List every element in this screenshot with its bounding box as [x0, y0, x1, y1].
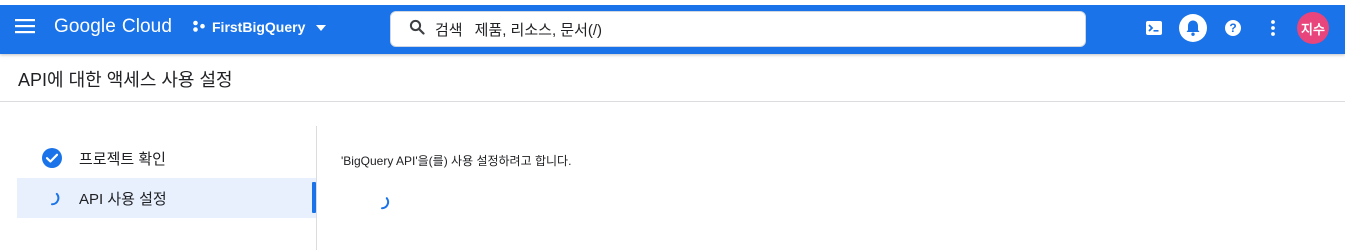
search-icon	[409, 19, 425, 39]
google-cloud-logo[interactable]: Google Cloud	[54, 13, 172, 41]
project-icon	[192, 19, 206, 36]
step-confirm-project[interactable]: 프로젝트 확인	[17, 138, 317, 178]
stepper-divider	[316, 126, 317, 250]
search-placeholder: 제품, 리소스, 문서(/)	[474, 21, 603, 39]
active-step-indicator	[312, 182, 316, 213]
avatar[interactable]: 지수	[1297, 12, 1329, 44]
search-label: 검색	[435, 21, 463, 39]
search-input[interactable]: 검색 제품, 리소스, 문서(/)	[390, 11, 1086, 47]
stepper: 프로젝트 확인 API 사용 설정	[17, 138, 317, 218]
brand-google-text: Google	[54, 16, 116, 37]
help-icon[interactable]: ?	[1220, 15, 1246, 41]
loading-spinner-icon	[373, 193, 391, 211]
enable-api-message: 'BigQuery API'을(를) 사용 설정하려고 합니다.	[341, 154, 572, 168]
project-name: FirstBigQuery	[212, 19, 306, 35]
step-enable-api[interactable]: API 사용 설정	[17, 178, 317, 218]
brand-cloud-text: Cloud	[121, 16, 173, 37]
bell-icon[interactable]	[1179, 14, 1207, 42]
check-circle-icon	[41, 147, 63, 169]
progress-spinner-icon	[41, 187, 63, 209]
more-vert-icon[interactable]	[1260, 15, 1286, 41]
terminal-icon[interactable]	[1141, 15, 1167, 41]
menu-icon[interactable]	[12, 13, 38, 39]
top-app-bar: Google Cloud FirstBigQuery 검색 제품, 리소스, 문…	[0, 0, 1345, 54]
divider	[0, 101, 1345, 102]
chevron-down-icon	[315, 19, 327, 35]
project-picker[interactable]: FirstBigQuery	[192, 13, 327, 41]
step-label: API 사용 설정	[79, 190, 167, 208]
svg-text:?: ?	[1229, 21, 1236, 35]
page-title: API에 대한 액세스 사용 설정	[18, 70, 233, 90]
step-label: 프로젝트 확인	[79, 150, 166, 168]
